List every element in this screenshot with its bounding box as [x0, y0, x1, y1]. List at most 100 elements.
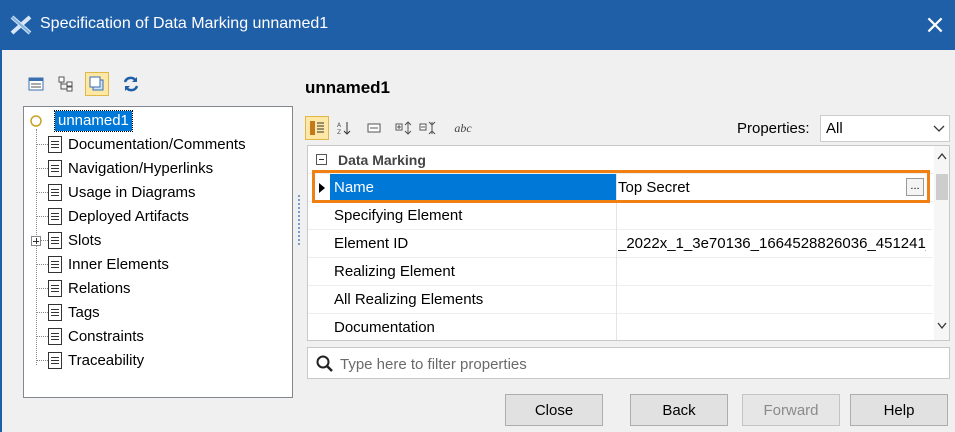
tree-connector	[36, 216, 48, 217]
tree-connector	[36, 360, 48, 361]
property-row-specifying-element[interactable]: Specifying Element	[308, 202, 933, 230]
app-logo-icon	[10, 15, 32, 35]
scrollbar-thumb[interactable]	[936, 174, 948, 200]
tree-item-inner-elements[interactable]: Inner Elements	[24, 253, 292, 277]
tree-root-label: unnamed1	[54, 110, 133, 132]
tree-item-label: Constraints	[68, 328, 144, 345]
document-icon	[48, 136, 62, 153]
search-icon	[316, 355, 333, 372]
tree-connector	[36, 264, 48, 265]
tree-connector	[36, 168, 48, 169]
tree-item-relations[interactable]: Relations	[24, 277, 292, 301]
properties-filter-label: Properties:	[737, 120, 810, 137]
document-icon	[48, 328, 62, 345]
tree-item-label: Inner Elements	[68, 256, 169, 273]
tree-connector	[36, 288, 48, 289]
property-value-input[interactable]: Top Secret	[618, 179, 926, 196]
tree-item-label: Slots	[68, 232, 102, 249]
property-name: All Realizing Elements	[334, 291, 484, 308]
collapse-icon[interactable]	[316, 154, 327, 165]
filter-field[interactable]	[307, 347, 950, 379]
copy-icon[interactable]	[85, 72, 109, 96]
description-panel-icon[interactable]	[362, 116, 386, 140]
property-name: Element ID	[334, 235, 409, 252]
refresh-icon[interactable]	[119, 72, 143, 96]
group-label: Data Marking	[338, 152, 426, 168]
tree-item-label: Navigation/Hyperlinks	[68, 160, 214, 177]
properties-dropdown-value: All	[826, 120, 843, 137]
tree-connector	[36, 144, 48, 145]
svg-text:A: A	[337, 122, 342, 129]
property-row-all-realizing-elements[interactable]: All Realizing Elements	[308, 286, 933, 314]
forward-button[interactable]: Forward	[742, 394, 840, 426]
document-icon	[48, 184, 62, 201]
svg-text:Z: Z	[337, 129, 341, 136]
close-button[interactable]: Close	[505, 394, 603, 426]
property-row-element-id[interactable]: Element ID _2022x_1_3e70136_166452882603…	[308, 230, 933, 258]
document-icon	[48, 280, 62, 297]
vertical-scrollbar[interactable]	[934, 146, 949, 340]
document-icon	[48, 232, 62, 249]
tree-item-slots[interactable]: Slots	[24, 229, 292, 253]
property-name-cell: Name	[330, 174, 617, 201]
tree-connector	[36, 192, 48, 193]
back-button[interactable]: Back	[630, 394, 728, 426]
window-title: Specification of Data Marking unnamed1	[40, 15, 329, 32]
tree-view-icon[interactable]	[54, 72, 78, 96]
document-icon	[48, 304, 62, 321]
tree-connector	[36, 336, 48, 337]
properties-grid: Data Marking Name Top Secret ... Specify…	[307, 145, 950, 341]
tree-item-label: Tags	[68, 304, 100, 321]
column-divider[interactable]	[616, 174, 617, 340]
chevron-down-icon	[933, 125, 945, 132]
navigation-tree: unnamed1 Documentation/Comments Navigati…	[23, 106, 293, 398]
properties-dropdown[interactable]: All	[820, 115, 950, 142]
tree-root[interactable]: unnamed1	[24, 109, 292, 133]
document-icon	[48, 160, 62, 177]
tree-item-label: Deployed Artifacts	[68, 208, 189, 225]
close-window-icon[interactable]: ×	[919, 8, 951, 42]
tree-item-constraints[interactable]: Constraints	[24, 325, 292, 349]
document-icon	[48, 256, 62, 273]
document-icon	[48, 208, 62, 225]
tree-item-label: Relations	[68, 280, 131, 297]
categorized-view-icon[interactable]	[305, 116, 329, 140]
property-name: Realizing Element	[334, 263, 455, 280]
root-node-icon	[30, 115, 42, 127]
property-row-documentation[interactable]: Documentation	[308, 314, 933, 340]
tree-item-documentation-comments[interactable]: Documentation/Comments	[24, 133, 292, 157]
tree-item-label: Documentation/Comments	[68, 136, 246, 153]
properties-toolbar: AZ abc Properties: All	[305, 113, 950, 145]
filter-input[interactable]	[340, 352, 940, 376]
tree-item-usage-in-diagrams[interactable]: Usage in Diagrams	[24, 181, 292, 205]
document-icon	[48, 352, 62, 369]
tree-item-label: Traceability	[68, 352, 145, 369]
property-row-name[interactable]: Name Top Secret ...	[308, 174, 933, 202]
spell-check-label: abc	[454, 120, 472, 135]
property-name: Name	[334, 179, 375, 196]
group-header-data-marking[interactable]: Data Marking	[308, 146, 933, 174]
list-view-icon[interactable]	[24, 72, 48, 96]
tree-item-traceability[interactable]: Traceability	[24, 349, 292, 373]
tree-item-tags[interactable]: Tags	[24, 301, 292, 325]
sort-alphabetical-icon[interactable]: AZ	[332, 116, 356, 140]
title-bar: Specification of Data Marking unnamed1 ×	[0, 0, 955, 50]
window-border	[0, 50, 2, 432]
property-name: Specifying Element	[334, 207, 463, 224]
help-button[interactable]: Help	[850, 394, 948, 426]
collapse-all-icon[interactable]	[416, 116, 440, 140]
scroll-up-icon[interactable]	[937, 152, 947, 160]
tree-item-navigation-hyperlinks[interactable]: Navigation/Hyperlinks	[24, 157, 292, 181]
page-title: unnamed1	[305, 78, 391, 97]
ellipsis-button[interactable]: ...	[906, 178, 924, 196]
scroll-down-icon[interactable]	[937, 322, 947, 330]
spell-check-icon[interactable]: abc	[451, 116, 475, 140]
expand-icon[interactable]	[31, 236, 41, 246]
panel-splitter[interactable]	[298, 195, 300, 245]
property-row-realizing-element[interactable]: Realizing Element	[308, 258, 933, 286]
property-value[interactable]: _2022x_1_3e70136_1664528826036_451241_	[618, 235, 926, 252]
expand-all-icon[interactable]	[392, 116, 416, 140]
tree-item-label: Usage in Diagrams	[68, 184, 196, 201]
property-name: Documentation	[334, 319, 435, 336]
tree-item-deployed-artifacts[interactable]: Deployed Artifacts	[24, 205, 292, 229]
